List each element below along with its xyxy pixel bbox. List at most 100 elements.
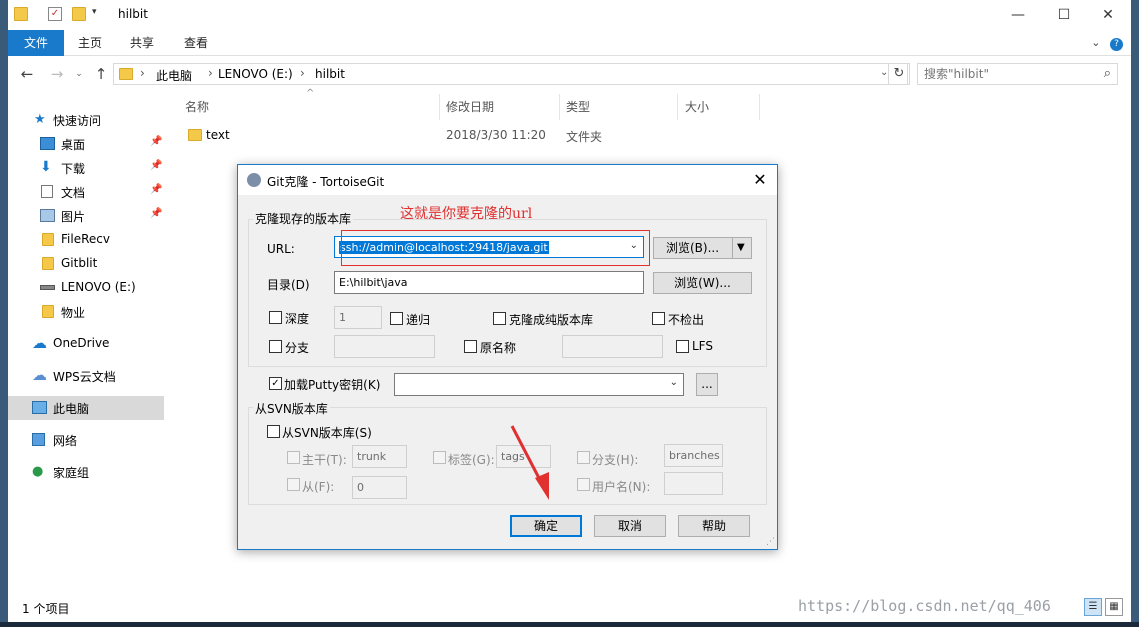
- putty-checkbox[interactable]: ✓: [269, 377, 282, 390]
- sidebar-item-network[interactable]: 网络: [8, 428, 164, 452]
- sidebar-item-downloads[interactable]: ⬇ 下载 📌: [8, 156, 164, 180]
- close-button[interactable]: ✕: [1085, 0, 1131, 30]
- trunk-input[interactable]: trunk: [352, 445, 407, 468]
- column-divider[interactable]: [559, 94, 560, 120]
- sidebar-item-filerecv[interactable]: FileRecv: [8, 228, 164, 252]
- recent-dropdown-icon[interactable]: ⌄: [70, 65, 88, 83]
- putty-browse-button[interactable]: ...: [696, 373, 718, 396]
- sidebar-item-onedrive[interactable]: ☁ OneDrive: [8, 332, 164, 356]
- pin-icon[interactable]: 📌: [150, 208, 162, 219]
- from-input[interactable]: 0: [352, 476, 407, 499]
- breadcrumb-this-pc[interactable]: 此电脑: [156, 67, 192, 84]
- ribbon-tabs: 文件 主页 共享 查看 ⌄ ?: [8, 30, 1131, 56]
- depth-checkbox[interactable]: [269, 311, 282, 324]
- sidebar-item-label: FileRecv: [61, 232, 110, 246]
- forward-arrow-icon[interactable]: →: [48, 65, 66, 83]
- column-divider[interactable]: [677, 94, 678, 120]
- up-arrow-icon[interactable]: ↑: [92, 65, 110, 83]
- status-bar: 1 个项目 https://blog.csdn.net/qq_406 ☰ ▦: [8, 592, 1131, 622]
- ribbon-expand-controls: ⌄ ?: [1091, 36, 1123, 51]
- sort-ascending-icon: ^: [306, 88, 315, 99]
- search-box[interactable]: ⌕: [917, 63, 1118, 85]
- from-label: 从(F):: [302, 480, 335, 494]
- origin-checkbox[interactable]: [464, 340, 477, 353]
- back-arrow-icon[interactable]: ←: [18, 65, 36, 83]
- directory-label: 目录(D): [267, 278, 310, 292]
- sidebar-item-wps-cloud[interactable]: ☁ WPS云文档: [8, 364, 164, 388]
- search-icon[interactable]: ⌕: [1104, 66, 1111, 81]
- chevron-right-icon[interactable]: ›: [208, 66, 213, 80]
- large-icons-view-icon[interactable]: ▦: [1105, 598, 1123, 616]
- chevron-right-icon[interactable]: ›: [300, 66, 305, 80]
- column-header-modified[interactable]: 修改日期: [446, 98, 494, 115]
- sidebar-item-pictures[interactable]: 图片 📌: [8, 204, 164, 228]
- help-icon[interactable]: ?: [1110, 38, 1123, 51]
- lfs-checkbox[interactable]: [676, 340, 689, 353]
- sidebar-item-quick-access[interactable]: ★ 快速访问: [8, 108, 164, 132]
- table-row[interactable]: text 2018/3/30 11:20 文件夹: [184, 125, 764, 147]
- sidebar-item-documents[interactable]: 文档 📌: [8, 180, 164, 204]
- tab-file[interactable]: 文件: [8, 30, 64, 56]
- quick-access-dropdown-icon[interactable]: ▾: [92, 7, 106, 21]
- sidebar-item-lenovo-drive[interactable]: LENOVO (E:): [8, 276, 164, 300]
- chevron-down-icon[interactable]: ⌄: [670, 377, 678, 388]
- browse-url-button[interactable]: 浏览(B)... ▼: [653, 237, 752, 259]
- sidebar-item-this-pc[interactable]: 此电脑: [8, 396, 164, 420]
- directory-input[interactable]: E:\hilbit\java: [334, 271, 644, 294]
- maximize-button[interactable]: ☐: [1041, 0, 1087, 30]
- pin-icon[interactable]: 📌: [150, 160, 162, 171]
- column-header-type[interactable]: 类型: [566, 98, 590, 115]
- ok-button[interactable]: 确定: [510, 515, 582, 537]
- username-input[interactable]: [664, 472, 723, 495]
- branch-input[interactable]: [334, 335, 435, 358]
- branches-input[interactable]: branches: [664, 444, 723, 467]
- url-label: URL:: [267, 242, 295, 256]
- column-header-size[interactable]: 大小: [685, 98, 709, 115]
- no-checkout-checkbox[interactable]: [652, 312, 665, 325]
- pin-icon[interactable]: 📌: [150, 136, 162, 147]
- chevron-right-icon[interactable]: ›: [140, 66, 145, 80]
- column-divider[interactable]: [759, 94, 760, 120]
- tab-home[interactable]: 主页: [68, 30, 112, 56]
- details-view-icon[interactable]: ☰: [1084, 598, 1102, 616]
- recursive-checkbox[interactable]: [390, 312, 403, 325]
- star-icon: ★: [34, 112, 46, 127]
- chevron-down-icon[interactable]: ⌄: [1091, 36, 1100, 49]
- depth-input[interactable]: 1: [334, 306, 382, 329]
- sidebar-item-homegroup[interactable]: ● 家庭组: [8, 460, 164, 484]
- svn-checkbox[interactable]: [267, 425, 280, 438]
- properties-icon[interactable]: ✓: [48, 7, 62, 21]
- from-checkbox[interactable]: [287, 478, 300, 491]
- tab-view[interactable]: 查看: [174, 30, 218, 56]
- bare-checkbox[interactable]: [493, 312, 506, 325]
- sidebar-item-gitblit[interactable]: Gitblit: [8, 252, 164, 276]
- resize-grip-icon[interactable]: ⋰: [766, 537, 775, 547]
- breadcrumb-hilbit[interactable]: hilbit: [315, 67, 345, 81]
- search-input[interactable]: [924, 67, 1094, 81]
- minimize-button[interactable]: —: [995, 0, 1041, 30]
- cancel-button[interactable]: 取消: [594, 515, 666, 537]
- branch-checkbox[interactable]: [269, 340, 282, 353]
- browse-directory-button[interactable]: 浏览(W)...: [653, 272, 752, 294]
- origin-input[interactable]: [562, 335, 663, 358]
- username-checkbox[interactable]: [577, 478, 590, 491]
- trunk-checkbox[interactable]: [287, 451, 300, 464]
- branches-checkbox[interactable]: [577, 451, 590, 464]
- new-folder-icon[interactable]: [72, 7, 86, 21]
- dropdown-arrow-icon[interactable]: ▼: [737, 238, 745, 258]
- dialog-close-button[interactable]: ✕: [743, 165, 777, 195]
- tab-share[interactable]: 共享: [120, 30, 164, 56]
- breadcrumb-drive[interactable]: LENOVO (E:): [218, 67, 293, 81]
- sidebar-item-wuye[interactable]: 物业: [8, 300, 164, 324]
- sidebar-item-desktop[interactable]: 桌面 📌: [8, 132, 164, 156]
- folder-icon: [188, 129, 202, 141]
- tags-checkbox[interactable]: [433, 451, 446, 464]
- column-header-name[interactable]: 名称: [185, 98, 209, 115]
- pin-icon[interactable]: 📌: [150, 184, 162, 195]
- putty-key-combobox[interactable]: ⌄: [394, 373, 684, 396]
- help-button[interactable]: 帮助: [678, 515, 750, 537]
- address-input[interactable]: › 此电脑 › LENOVO (E:) › hilbit ⌄: [113, 63, 908, 85]
- refresh-icon[interactable]: ↻: [888, 63, 910, 85]
- column-divider[interactable]: [439, 94, 440, 120]
- file-modified: 2018/3/30 11:20: [446, 128, 546, 142]
